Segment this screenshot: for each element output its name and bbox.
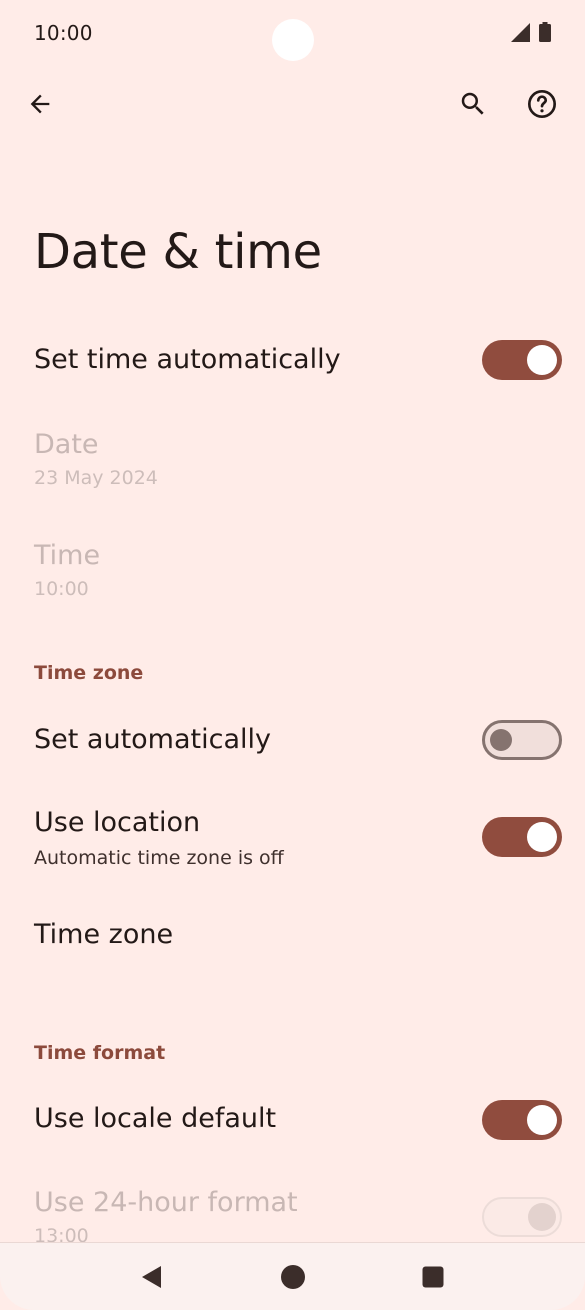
use-24-hour-format-switch: [482, 1197, 562, 1237]
date-label: Date: [34, 429, 99, 460]
switch-thumb: [528, 1203, 556, 1231]
section-header-time-format: Time format: [34, 1042, 166, 1064]
set-time-automatically-label: Set time automatically: [34, 344, 341, 375]
use-location-row[interactable]: Use location Automatic time zone is off: [0, 800, 585, 884]
top-app-bar: [0, 70, 585, 140]
use-locale-default-switch[interactable]: [482, 1100, 562, 1140]
use-24-hour-format-label: Use 24-hour format: [34, 1187, 298, 1218]
status-bar: 10:00: [0, 0, 585, 64]
help-circle-icon: [528, 90, 556, 118]
search-button[interactable]: [449, 80, 497, 128]
nav-back-button[interactable]: [138, 1263, 166, 1291]
use-location-summary: Automatic time zone is off: [34, 847, 284, 869]
help-button[interactable]: [518, 80, 566, 128]
time-label: Time: [34, 540, 101, 571]
battery-icon: [539, 22, 551, 42]
arrow-back-icon: [30, 94, 50, 114]
use-location-label: Use location: [34, 807, 201, 838]
switch-thumb: [490, 729, 512, 751]
nav-home-circle-icon: [281, 1265, 305, 1289]
camera-cutout: [272, 19, 314, 61]
date-row: Date 23 May 2024: [0, 420, 585, 504]
set-time-automatically-row[interactable]: Set time automatically: [0, 320, 585, 404]
status-time: 10:00: [34, 21, 93, 45]
time-zone-row[interactable]: Time zone: [0, 900, 585, 984]
set-automatically-switch[interactable]: [482, 720, 562, 760]
nav-back-triangle-icon: [142, 1266, 161, 1288]
use-location-switch[interactable]: [482, 817, 562, 857]
set-automatically-row[interactable]: Set automatically: [0, 700, 585, 784]
nav-home-button[interactable]: [279, 1263, 307, 1291]
use-locale-default-row[interactable]: Use locale default: [0, 1080, 585, 1164]
time-zone-label: Time zone: [34, 919, 174, 950]
time-value: 10:00: [34, 578, 89, 600]
page-title: Date & time: [34, 224, 322, 280]
set-automatically-label: Set automatically: [34, 724, 271, 755]
settings-screen: 10:00 Date & time Set time automatically…: [0, 0, 585, 1310]
switch-thumb: [527, 345, 557, 375]
use-locale-default-label: Use locale default: [34, 1103, 277, 1134]
search-icon: [461, 92, 484, 115]
time-row: Time 10:00: [0, 531, 585, 615]
system-navigation-bar: [0, 1242, 585, 1310]
signal-icon: [511, 23, 530, 42]
switch-thumb: [527, 822, 557, 852]
set-time-automatically-switch[interactable]: [482, 340, 562, 380]
date-value: 23 May 2024: [34, 467, 158, 489]
nav-recents-square-icon: [422, 1266, 444, 1288]
switch-thumb: [527, 1105, 557, 1135]
nav-recents-button[interactable]: [419, 1263, 447, 1291]
back-button[interactable]: [16, 80, 64, 128]
section-header-time-zone: Time zone: [34, 662, 144, 684]
